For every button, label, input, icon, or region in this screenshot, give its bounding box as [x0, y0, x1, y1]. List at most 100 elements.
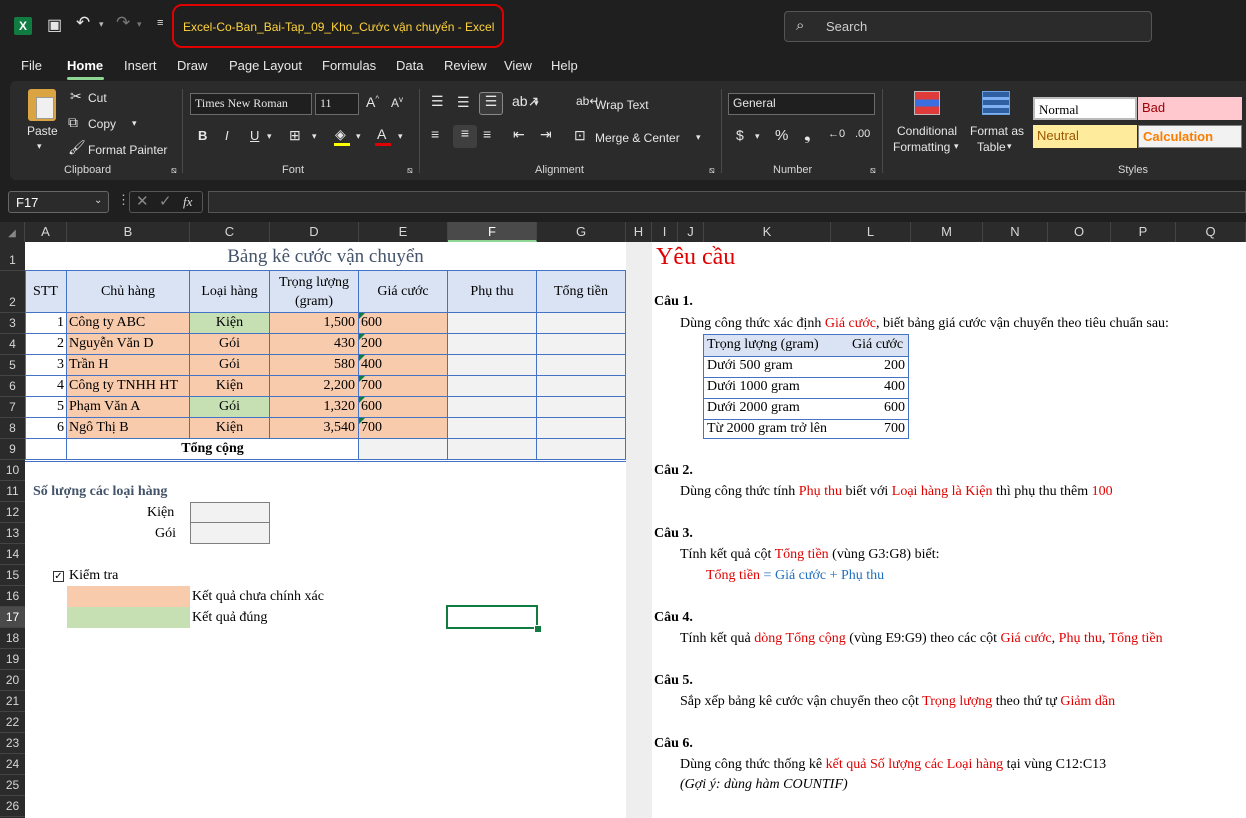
cell-stt[interactable]: 6: [25, 418, 67, 439]
cell-loai-hang[interactable]: Gói: [190, 334, 270, 355]
cell-gia-cuoc[interactable]: 200: [359, 334, 448, 355]
decrease-indent-icon[interactable]: ⇤: [513, 126, 525, 143]
menu-draw[interactable]: Draw: [177, 58, 207, 73]
cell-loai-hang[interactable]: Gói: [190, 397, 270, 418]
row-header[interactable]: 4: [0, 334, 25, 355]
cut-button[interactable]: Cut: [88, 91, 107, 105]
select-all-corner[interactable]: ◢: [0, 222, 25, 242]
count-goi-cell[interactable]: [190, 523, 270, 544]
cell-stt[interactable]: 4: [25, 376, 67, 397]
align-top-icon[interactable]: ☰: [431, 93, 444, 110]
bold-icon[interactable]: B: [198, 128, 207, 143]
cell-loai-hang[interactable]: Kiện: [190, 376, 270, 397]
row-header[interactable]: 13: [0, 523, 25, 544]
redo-icon[interactable]: ↷: [116, 13, 130, 33]
col-header-o[interactable]: O: [1048, 222, 1111, 242]
font-color-dropdown-icon[interactable]: ▾: [398, 131, 403, 142]
undo-icon[interactable]: ↶: [76, 13, 90, 33]
count-kien-cell[interactable]: [190, 502, 270, 523]
row-header[interactable]: 10: [0, 460, 25, 481]
cell-chu-hang[interactable]: Công ty ABC: [67, 313, 190, 334]
menu-home[interactable]: Home: [67, 58, 103, 73]
cell-gia-cuoc[interactable]: 700: [359, 376, 448, 397]
increase-indent-icon[interactable]: ⇥: [540, 126, 552, 143]
font-size-select[interactable]: 11: [315, 93, 359, 115]
col-header-n[interactable]: N: [983, 222, 1048, 242]
row-header[interactable]: 1: [0, 242, 25, 271]
increase-font-icon[interactable]: A^: [366, 94, 379, 110]
cell-chu-hang[interactable]: Trần H: [67, 355, 190, 376]
menu-file[interactable]: File: [21, 58, 42, 73]
cell-stt[interactable]: 5: [25, 397, 67, 418]
cell-loai-hang[interactable]: Kiện: [190, 418, 270, 439]
col-header-q[interactable]: Q: [1176, 222, 1246, 242]
row-header[interactable]: 14: [0, 544, 25, 565]
orientation-dropdown-icon[interactable]: ▾: [534, 98, 539, 109]
copy-button[interactable]: Copy: [88, 117, 116, 131]
col-header-h[interactable]: H: [626, 222, 652, 242]
cell-phu-thu[interactable]: [448, 418, 537, 439]
row-header[interactable]: 23: [0, 733, 25, 754]
format-as-table-button[interactable]: Format as: [970, 124, 1024, 138]
currency-icon[interactable]: $: [736, 127, 744, 143]
merge-dropdown-icon[interactable]: ▾: [696, 132, 701, 143]
format-painter-button[interactable]: Format Painter: [88, 143, 167, 157]
paste-dropdown-icon[interactable]: ▾: [37, 141, 42, 152]
col-header-p[interactable]: P: [1111, 222, 1176, 242]
paste-button[interactable]: Paste: [27, 124, 58, 138]
worksheet-grid[interactable]: Bảng kê cước vận chuyển STT Chủ hàng Loạ…: [25, 242, 1246, 818]
cell-gia-cuoc[interactable]: 400: [359, 355, 448, 376]
align-center-active[interactable]: ≡: [453, 125, 477, 148]
col-header-i[interactable]: I: [652, 222, 678, 242]
col-header-j[interactable]: J: [678, 222, 704, 242]
row-header[interactable]: 18: [0, 628, 25, 649]
col-header-l[interactable]: L: [831, 222, 911, 242]
cell-chu-hang[interactable]: Công ty TNHH HT: [67, 376, 190, 397]
cell-loai-hang[interactable]: Kiện: [190, 313, 270, 334]
number-launcher-icon[interactable]: ⧅: [870, 165, 876, 176]
cell-trong-luong[interactable]: 3,540: [270, 418, 359, 439]
row-header[interactable]: 22: [0, 712, 25, 733]
cell-gia-cuoc[interactable]: 600: [359, 313, 448, 334]
borders-icon[interactable]: ⊞: [289, 127, 301, 144]
italic-icon[interactable]: I: [225, 128, 229, 143]
cell-chu-hang[interactable]: Nguyễn Văn D: [67, 334, 190, 355]
cell-gia-cuoc[interactable]: 700: [359, 418, 448, 439]
currency-dropdown-icon[interactable]: ▾: [755, 131, 760, 142]
borders-dropdown-icon[interactable]: ▾: [312, 131, 317, 142]
row-header[interactable]: 12: [0, 502, 25, 523]
menu-formulas[interactable]: Formulas: [322, 58, 376, 73]
total-gia-cuoc[interactable]: [359, 439, 448, 460]
cell-phu-thu[interactable]: [448, 313, 537, 334]
row-header[interactable]: 15: [0, 565, 25, 586]
cell-trong-luong[interactable]: 2,200: [270, 376, 359, 397]
underline-icon[interactable]: U: [250, 128, 259, 143]
row-header[interactable]: 17: [0, 607, 25, 628]
row-header[interactable]: 9: [0, 439, 25, 460]
col-header-k[interactable]: K: [704, 222, 831, 242]
cell-phu-thu[interactable]: [448, 334, 537, 355]
total-phu-thu[interactable]: [448, 439, 537, 460]
customize-qat-icon[interactable]: ≡: [157, 17, 163, 29]
cell-tong-tien[interactable]: [537, 334, 626, 355]
menu-insert[interactable]: Insert: [124, 58, 157, 73]
conditional-formatting-button[interactable]: Conditional: [897, 124, 957, 138]
col-header-c[interactable]: C: [190, 222, 270, 242]
formula-input[interactable]: [208, 191, 1246, 213]
alignment-launcher-icon[interactable]: ⧅: [709, 165, 715, 176]
percent-icon[interactable]: %: [775, 127, 788, 144]
underline-dropdown-icon[interactable]: ▾: [267, 131, 272, 142]
row-header[interactable]: 19: [0, 649, 25, 670]
row-header[interactable]: 7: [0, 397, 25, 418]
col-header-a[interactable]: A: [25, 222, 67, 242]
cell-loai-hang[interactable]: Gói: [190, 355, 270, 376]
increase-decimal-icon[interactable]: ←0: [828, 128, 845, 140]
cell-tong-tien[interactable]: [537, 418, 626, 439]
insert-function-icon[interactable]: fx: [183, 194, 192, 210]
row-header[interactable]: 2: [0, 271, 25, 313]
row-header[interactable]: 5: [0, 355, 25, 376]
cell-tong-tien[interactable]: [537, 397, 626, 418]
col-header-d[interactable]: D: [270, 222, 359, 242]
col-header-f[interactable]: F: [448, 222, 537, 242]
font-name-select[interactable]: Times New Roman: [190, 93, 312, 115]
